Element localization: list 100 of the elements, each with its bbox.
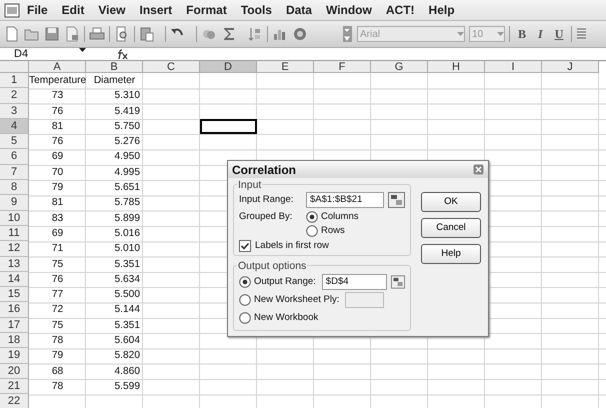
menu-item[interactable]: Format (179, 1, 234, 19)
row-header[interactable]: 21 (0, 378, 29, 394)
format-button[interactable]: U (550, 25, 568, 43)
radio-button[interactable] (306, 225, 318, 237)
dialog-button[interactable]: Cancel (421, 218, 481, 238)
row-header[interactable]: 19 (0, 348, 29, 364)
column-header[interactable]: E (257, 61, 314, 73)
row-header[interactable]: 15 (0, 287, 29, 302)
table-cell-text: 76 (50, 272, 64, 287)
row-header[interactable]: 6 (0, 149, 29, 165)
row-header[interactable]: 11 (0, 226, 29, 242)
caret-icon (457, 32, 464, 36)
table-cell-text: Diameter (92, 74, 136, 88)
radio-label[interactable]: New Worksheet Ply: (254, 294, 340, 306)
table-cell-text: 4.950 (114, 150, 141, 164)
collapse-dialog-icon[interactable] (388, 192, 405, 208)
column-header[interactable]: H (428, 61, 485, 73)
toolbar-options-icon[interactable] (342, 26, 353, 42)
column-header[interactable]: A (29, 61, 86, 73)
caret-icon (497, 32, 504, 36)
menu-item[interactable]: Edit (54, 1, 92, 19)
name-box[interactable]: D4 (0, 48, 90, 60)
table-cell-text: 5.820 (114, 349, 141, 364)
column-header[interactable]: F (314, 61, 371, 73)
column-header[interactable]: C (143, 61, 200, 73)
column-header[interactable]: G (371, 61, 428, 73)
collapse-dialog-icon[interactable] (390, 274, 405, 290)
checkbox-label[interactable]: Labels in first row (255, 240, 329, 252)
row-header[interactable]: 17 (0, 318, 29, 334)
menu-item[interactable]: View (91, 1, 132, 19)
row-header[interactable]: 5 (0, 134, 29, 150)
input-field[interactable]: $A$1:$B$21 (306, 192, 384, 208)
menu-item[interactable]: ACT! (378, 1, 422, 19)
radio-label[interactable]: Columns (321, 211, 358, 223)
format-button[interactable]: B (514, 25, 530, 43)
active-cell[interactable] (200, 118, 257, 134)
sort-icon[interactable] (247, 26, 263, 42)
table-cell-text: 79 (50, 349, 64, 364)
menu-item[interactable]: File (20, 1, 55, 19)
radio-button[interactable] (239, 312, 251, 324)
row-header[interactable]: 22 (0, 394, 29, 408)
menu-item[interactable]: Data (278, 1, 319, 19)
table-cell-text: 78 (50, 380, 64, 394)
row-header[interactable]: 12 (0, 241, 29, 257)
radio-label[interactable]: New Workbook (254, 312, 318, 324)
radio-button[interactable] (239, 294, 251, 306)
radio-label[interactable]: Rows (321, 225, 345, 237)
row-header[interactable]: 3 (0, 104, 29, 119)
input-field[interactable] (345, 292, 384, 308)
field-label: Grouped By: (239, 211, 292, 224)
column-header[interactable]: I (485, 61, 542, 73)
table-cell-text: 5.785 (114, 196, 141, 210)
row-header[interactable]: 4 (0, 118, 29, 134)
function-icon[interactable] (116, 48, 130, 60)
table-cell-text: 5.599 (114, 380, 141, 394)
table-cell-text: 73 (50, 89, 64, 104)
table-cell-text: 77 (50, 288, 64, 302)
radio-button[interactable] (306, 211, 318, 223)
row-header[interactable]: 1 (0, 73, 29, 88)
row-header[interactable]: 20 (0, 364, 29, 379)
table-cell-text: 5.016 (114, 226, 141, 241)
radio-label[interactable]: Output Range: (254, 276, 316, 288)
column-header[interactable]: B (86, 61, 143, 73)
menu-item[interactable]: Help (422, 1, 462, 19)
row-header[interactable]: 8 (0, 180, 29, 196)
output-range-field[interactable]: $D$4 (322, 274, 387, 290)
column-header[interactable]: D (200, 61, 257, 73)
close-icon[interactable] (473, 164, 484, 175)
table-cell-text: 5.276 (114, 135, 141, 150)
save-icon[interactable] (44, 26, 60, 42)
dialog-button[interactable]: Help (421, 244, 481, 264)
table-cell-text: 5.651 (114, 181, 141, 196)
workbook-icon[interactable] (4, 2, 20, 18)
new-document-icon[interactable] (4, 26, 20, 42)
radio-button[interactable] (239, 276, 251, 288)
table-cell-text: 5.899 (114, 212, 141, 226)
dialog-button[interactable]: OK (421, 192, 481, 212)
menu-item[interactable]: Window (318, 1, 379, 19)
row-header[interactable]: 7 (0, 164, 29, 180)
print-icon[interactable] (89, 26, 105, 42)
table-cell-text: 81 (50, 120, 64, 134)
table-cell-text: 5.750 (114, 120, 141, 134)
table-cell-text: 4.995 (114, 166, 141, 180)
table-cell-text: 5.419 (114, 104, 141, 119)
table-cell-text: 83 (50, 212, 64, 226)
table-cell-text: 79 (50, 181, 64, 196)
row-header[interactable]: 9 (0, 195, 29, 211)
menu-item[interactable]: Insert (132, 1, 180, 19)
column-header[interactable]: J (542, 61, 599, 73)
row-header[interactable]: 13 (0, 256, 29, 272)
checkbox[interactable] (239, 240, 251, 252)
row-header[interactable]: 2 (0, 88, 29, 104)
row-header[interactable]: 10 (0, 210, 29, 226)
menu-item[interactable]: Tools (234, 1, 279, 19)
row-header[interactable]: 18 (0, 333, 29, 348)
format-button[interactable]: I (534, 25, 547, 43)
table-cell-text: 76 (50, 135, 64, 150)
row-header[interactable]: 14 (0, 272, 29, 288)
table-cell-text: 5.310 (114, 89, 141, 104)
row-header[interactable]: 16 (0, 302, 29, 318)
